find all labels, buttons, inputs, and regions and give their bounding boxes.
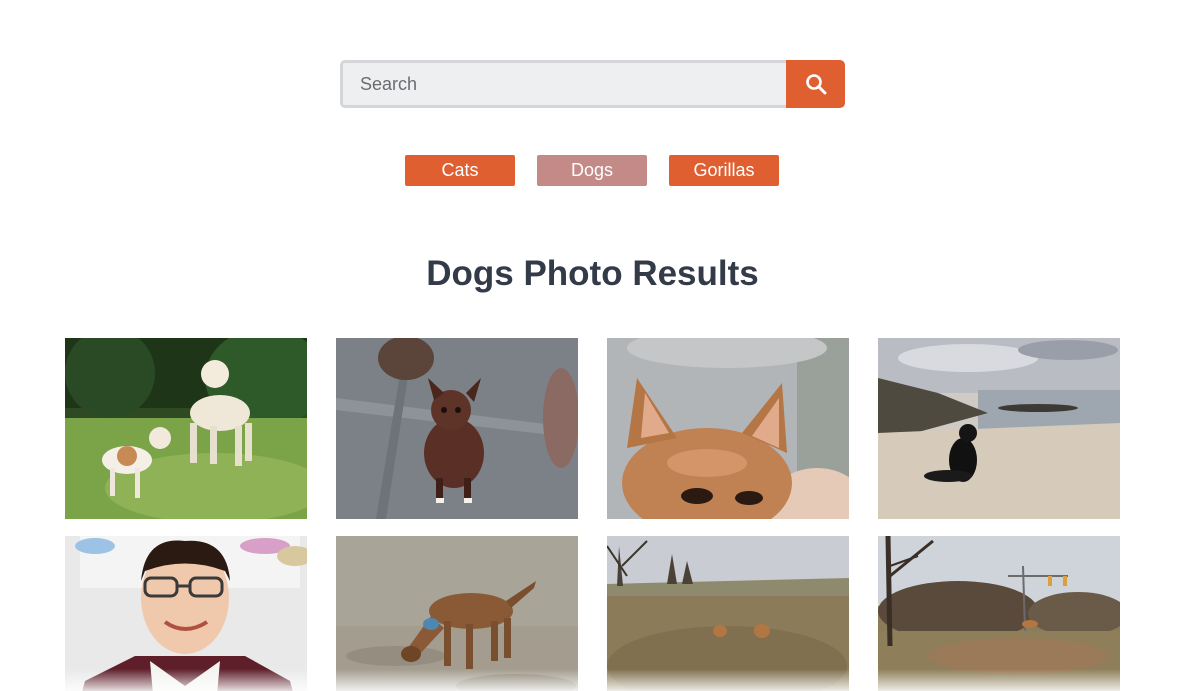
category-tags: Cats Dogs Gorillas <box>405 155 779 186</box>
photo-park-bare-trees[interactable] <box>878 536 1120 691</box>
photo-dog-sniffing[interactable] <box>336 536 578 691</box>
photo-dogs-running-field[interactable] <box>607 536 849 691</box>
search-icon <box>805 74 827 95</box>
photo-dog-on-beach[interactable] <box>878 338 1120 519</box>
tag-dogs[interactable]: Dogs <box>537 155 647 186</box>
page: Cats Dogs Gorillas Dogs Photo Results <box>0 0 1200 691</box>
photo-chihuahua-closeup[interactable] <box>607 338 849 519</box>
photo-dogs-on-grass[interactable] <box>65 338 307 519</box>
results-title: Dogs Photo Results <box>426 254 759 293</box>
photo-man-with-glasses[interactable] <box>65 536 307 691</box>
tag-gorillas[interactable]: Gorillas <box>669 155 779 186</box>
search-bar <box>340 60 845 108</box>
photo-grid <box>65 338 1120 691</box>
photo-chihuahua-pavement[interactable] <box>336 338 578 519</box>
tag-cats[interactable]: Cats <box>405 155 515 186</box>
search-button[interactable] <box>786 60 845 108</box>
search-input[interactable] <box>340 60 787 108</box>
